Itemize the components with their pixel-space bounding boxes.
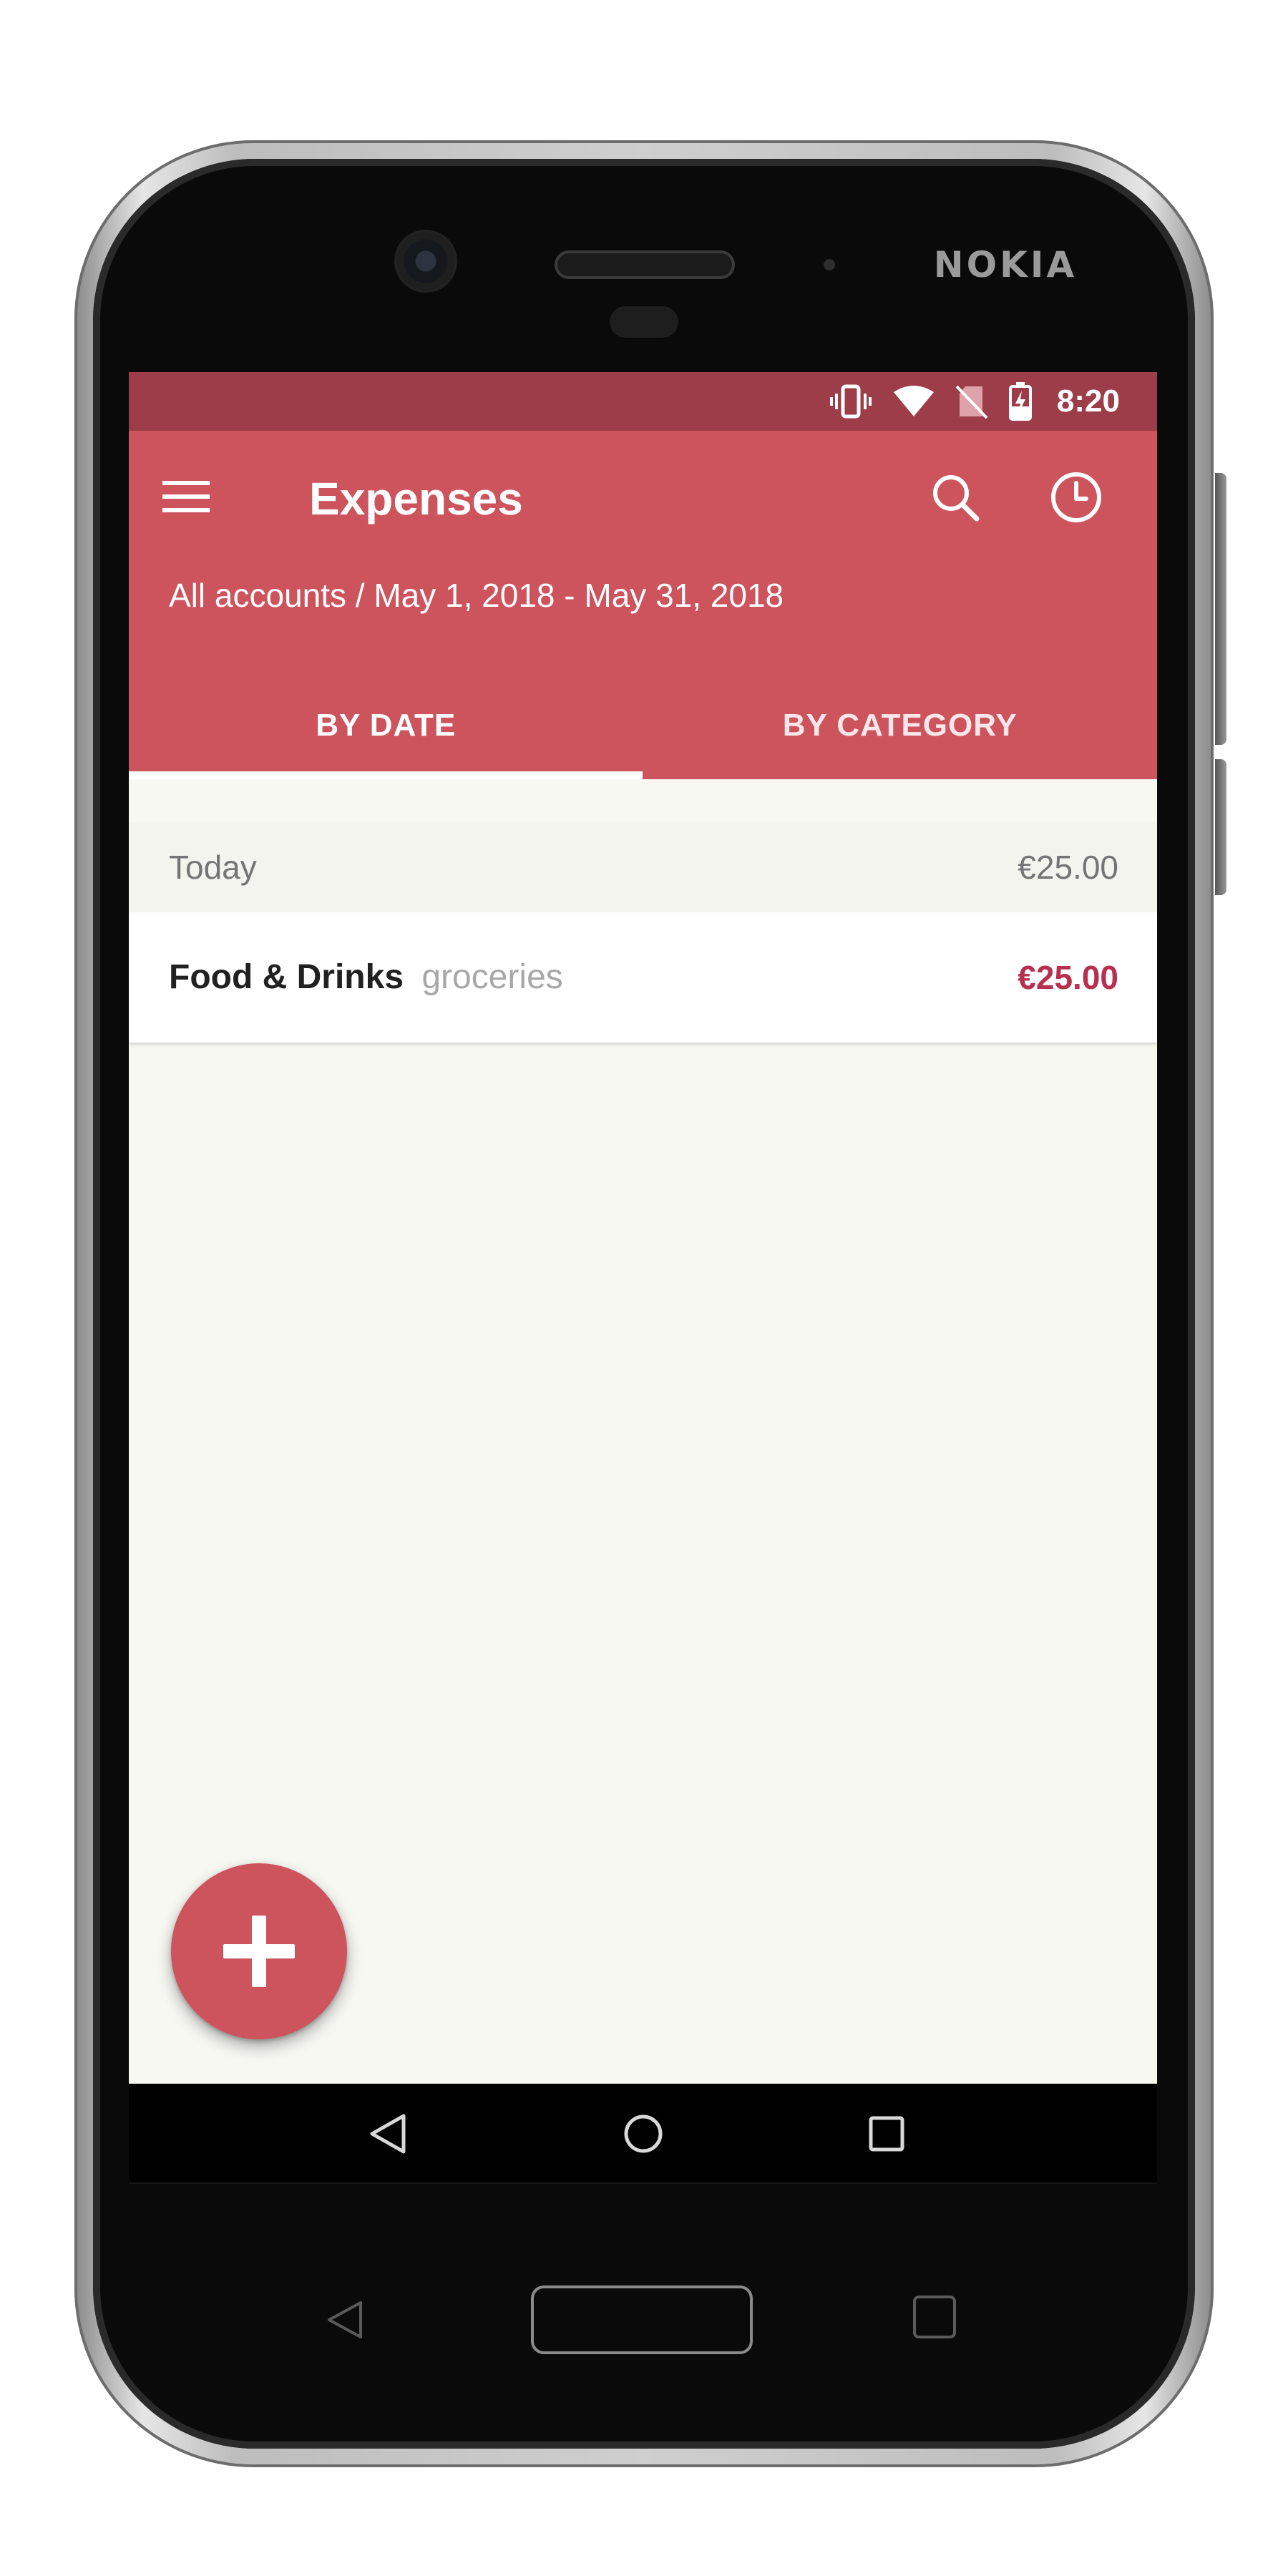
group-label: Today xyxy=(169,849,257,886)
app-bar: Expenses All accounts / May 1, 2018 - Ma… xyxy=(129,431,1157,779)
search-button[interactable] xyxy=(923,465,987,530)
light-sensor xyxy=(824,259,835,270)
tab-indicator xyxy=(129,771,643,779)
hardware-home-key[interactable] xyxy=(531,2285,753,2354)
status-time: 8:20 xyxy=(1056,384,1120,419)
search-icon xyxy=(933,475,980,522)
hardware-back-key[interactable] xyxy=(316,2291,374,2348)
history-icon xyxy=(1051,472,1101,522)
plus-icon xyxy=(223,1916,295,1987)
vibrate-icon xyxy=(829,384,872,419)
status-icons: 8:20 xyxy=(829,372,1120,431)
power-button xyxy=(1215,759,1226,895)
proximity-sensor xyxy=(610,306,678,338)
brand-logo: NOKIA xyxy=(933,244,1078,286)
tab-by-date[interactable]: BY DATE xyxy=(129,672,643,779)
earpiece-speaker xyxy=(555,250,735,279)
home-icon xyxy=(624,2114,663,2153)
no-sim-icon xyxy=(955,384,988,419)
expense-note: groceries xyxy=(421,958,563,996)
home-button[interactable] xyxy=(615,2105,672,2162)
recents-icon xyxy=(869,2116,904,2152)
date-group-header: Today €25.00 xyxy=(129,822,1157,912)
battery-charging-icon xyxy=(1008,382,1033,421)
history-button[interactable] xyxy=(1044,465,1108,530)
page-title: Expenses xyxy=(309,473,523,525)
back-icon xyxy=(328,2301,362,2338)
navigation-bar xyxy=(129,2084,1157,2184)
wifi-icon xyxy=(892,384,935,419)
tab-bar: BY DATE BY CATEGORY xyxy=(129,672,1157,779)
status-bar: 8:20 xyxy=(129,372,1157,431)
volume-button xyxy=(1215,473,1226,745)
back-button[interactable] xyxy=(359,2105,416,2162)
front-camera xyxy=(397,233,454,290)
expense-item[interactable]: Food & Drinks groceries €25.00 xyxy=(129,912,1157,1043)
menu-icon xyxy=(162,481,210,512)
add-expense-button[interactable] xyxy=(171,1863,347,2039)
expense-category: Food & Drinks xyxy=(169,958,404,996)
menu-button[interactable] xyxy=(157,468,215,525)
app-screen: 8:20 Expenses All accounts / May 1, 2018… xyxy=(129,372,1157,2084)
group-total: €25.00 xyxy=(1018,849,1118,886)
tab-by-category[interactable]: BY CATEGORY xyxy=(643,672,1158,779)
hardware-recents-key[interactable] xyxy=(913,2296,956,2338)
date-range-subtitle: All accounts / May 1, 2018 - May 31, 201… xyxy=(169,577,784,614)
expense-amount: €25.00 xyxy=(1018,959,1118,996)
recents-button[interactable] xyxy=(858,2105,915,2162)
expense-description: Food & Drinks groceries xyxy=(169,912,563,1043)
hardware-nav-keys xyxy=(129,2233,1157,2404)
back-icon xyxy=(370,2114,406,2154)
